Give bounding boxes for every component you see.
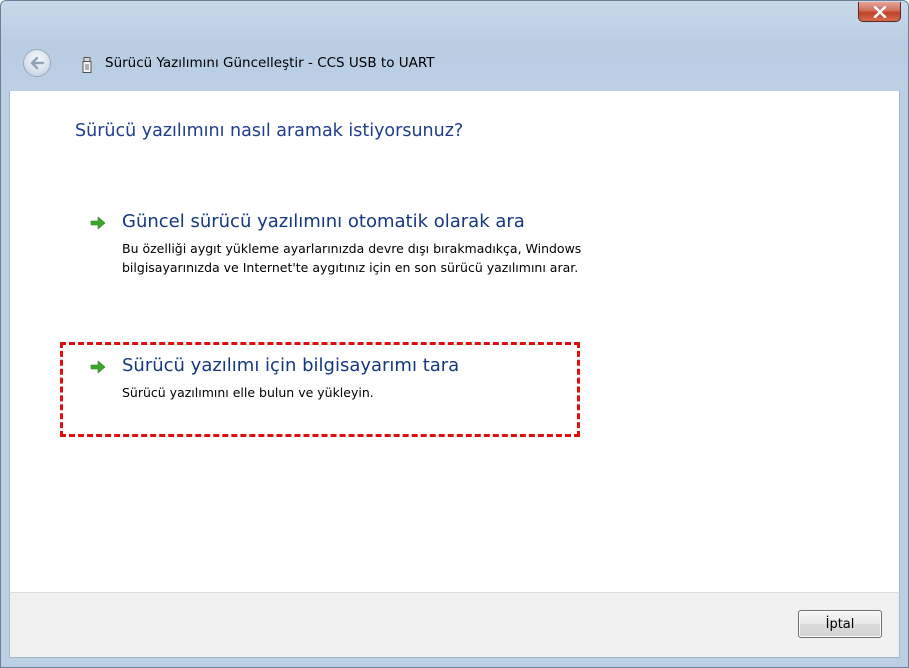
window-title: Sürücü Yazılımını Güncelleştir - CCS USB… xyxy=(105,55,435,71)
close-button[interactable] xyxy=(858,2,901,22)
option-description-line: Sürücü yazılımını elle bulun ve yükleyin… xyxy=(122,385,374,400)
page-heading: Sürücü yazılımını nasıl aramak istiyorsu… xyxy=(75,121,464,141)
option-description: Bu özelliği aygıt yükleme ayarlarınızda … xyxy=(122,239,581,277)
content-area: Sürücü yazılımını nasıl aramak istiyorsu… xyxy=(9,91,900,592)
back-arrow-icon xyxy=(30,56,45,70)
usb-device-icon xyxy=(82,57,92,73)
option-description: Sürücü yazılımını elle bulun ve yükleyin… xyxy=(122,383,374,402)
option-description-line: Bu özelliği aygıt yükleme ayarlarınızda … xyxy=(122,241,582,256)
cancel-button[interactable]: İptal xyxy=(798,610,882,638)
dialog-footer: İptal xyxy=(9,592,900,658)
option-title: Sürücü yazılımı için bilgisayarımı tara xyxy=(122,355,460,376)
green-arrow-icon xyxy=(90,216,106,230)
option-title: Güncel sürücü yazılımını otomatik olarak… xyxy=(122,211,525,232)
dialog-window: Sürücü Yazılımını Güncelleştir - CCS USB… xyxy=(0,0,909,668)
green-arrow-icon xyxy=(90,360,106,374)
close-icon xyxy=(873,5,886,18)
option-description-line: bilgisayarınızda ve Internet'te aygıtını… xyxy=(122,260,579,275)
back-button[interactable] xyxy=(23,49,51,77)
